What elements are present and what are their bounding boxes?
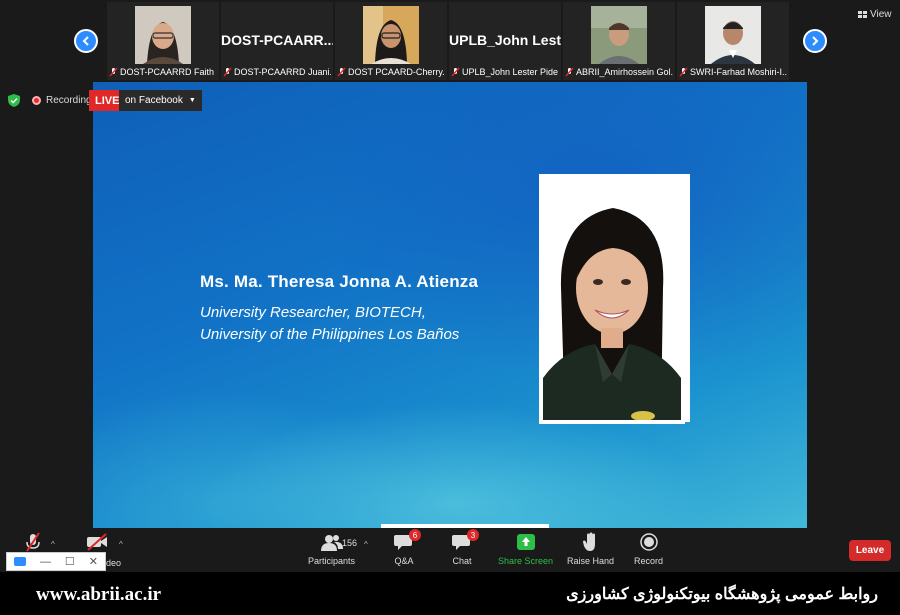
muted-mic-icon: [679, 67, 688, 76]
share-screen-label: Share Screen: [498, 556, 554, 566]
gallery-next-arrow-icon[interactable]: [803, 29, 827, 53]
participant-name-display: DOST-PCAARR...: [221, 32, 333, 48]
footer-website-url: www.abrii.ac.ir: [36, 584, 162, 605]
record-button[interactable]: Record: [634, 532, 663, 566]
muted-mic-icon: [109, 67, 118, 76]
participant-tile[interactable]: ABRII_Amirhossein Gol...: [563, 2, 675, 80]
audio-options-caret-icon[interactable]: ^: [51, 540, 55, 549]
footer-organization-name: روابط عمومی پژوهشگاه بیوتکنولوژی کشاورزی: [566, 586, 878, 603]
raise-hand-button[interactable]: Raise Hand: [567, 532, 614, 566]
speaker-affiliation: University of the Philippines Los Baños: [200, 326, 460, 343]
participant-tile[interactable]: DOST PCAARD-Cherry...: [335, 2, 447, 80]
qa-badge: 6: [409, 529, 421, 541]
close-icon[interactable]: ✕: [89, 555, 98, 568]
maximize-icon[interactable]: ☐: [65, 555, 75, 568]
muted-mic-icon: [22, 532, 44, 552]
qa-label: Q&A: [394, 556, 414, 566]
raise-hand-icon: [580, 532, 602, 552]
muted-mic-icon: [337, 67, 346, 76]
shield-icon[interactable]: [8, 94, 20, 107]
chat-icon: 3: [451, 529, 479, 552]
participant-tile[interactable]: DOST-PCAARRD Faith ...: [107, 2, 219, 80]
participant-video: [591, 6, 647, 64]
speaker-name: Ms. Ma. Theresa Jonna A. Atienza: [200, 272, 479, 291]
chat-label: Chat: [452, 556, 472, 566]
participants-icon: [320, 532, 343, 552]
mute-button[interactable]: [22, 532, 44, 552]
video-options-caret-icon[interactable]: ^: [119, 540, 123, 549]
speaker-role: University Researcher, BIOTECH,: [200, 304, 426, 321]
video-off-icon: [86, 532, 108, 552]
record-label: Record: [634, 556, 664, 566]
participant-tile[interactable]: SWRI-Farhad Moshiri-I...: [677, 2, 789, 80]
share-screen-icon: [515, 532, 537, 552]
participant-video: [135, 6, 191, 64]
qa-icon: 6: [393, 529, 421, 552]
muted-mic-icon: [565, 67, 574, 76]
participants-count: 156: [342, 538, 358, 548]
speaker-photo: [539, 174, 685, 424]
chat-button[interactable]: 3 Chat: [451, 529, 479, 566]
recording-label: Recording: [46, 95, 92, 106]
participant-caption: ABRII_Amirhossein Gol...: [565, 65, 673, 78]
participant-tile[interactable]: DOST-PCAARR... DOST-PCAARRD Juani...: [221, 2, 333, 80]
qa-button[interactable]: 6 Q&A: [393, 529, 421, 566]
participant-caption: SWRI-Farhad Moshiri-I...: [679, 65, 787, 78]
zoom-logo-icon: [13, 557, 26, 566]
view-button[interactable]: View: [858, 9, 892, 20]
record-icon: [638, 532, 660, 552]
grid-view-icon: [858, 10, 867, 18]
participant-caption: DOST PCAARD-Cherry...: [337, 65, 445, 78]
muted-mic-icon: [223, 67, 232, 76]
view-label: View: [870, 9, 892, 20]
minimize-icon[interactable]: —: [40, 556, 51, 568]
participant-video: [363, 6, 419, 64]
live-facebook-dropdown[interactable]: on Facebook ▼: [119, 90, 202, 111]
participants-caret-icon[interactable]: ^: [364, 540, 368, 549]
participants-label: Participants: [308, 556, 356, 566]
minimized-window-controls[interactable]: — ☐ ✕: [6, 552, 106, 571]
start-video-button[interactable]: [86, 532, 108, 552]
share-screen-button[interactable]: Share Screen: [498, 532, 553, 566]
shared-screen: Ms. Ma. Theresa Jonna A. Atienza Univers…: [93, 82, 807, 528]
participant-tile[interactable]: UPLB_John Lest... UPLB_John Lester Pide: [449, 2, 561, 80]
video-button-label: ideo: [104, 558, 122, 568]
live-target-label: on Facebook: [125, 95, 183, 106]
gallery-prev-arrow-icon[interactable]: [74, 29, 98, 53]
participant-name-display: UPLB_John Lest...: [449, 32, 561, 48]
participant-caption: DOST-PCAARRD Faith ...: [109, 65, 217, 78]
participant-caption: DOST-PCAARRD Juani...: [223, 65, 331, 78]
muted-mic-icon: [451, 67, 460, 76]
participant-caption: UPLB_John Lester Pide: [451, 65, 559, 78]
participant-video: [705, 6, 761, 64]
dropdown-caret-icon: ▼: [188, 97, 196, 104]
leave-button[interactable]: Leave: [849, 540, 891, 561]
chat-badge: 3: [467, 529, 479, 541]
meeting-toolbar: [0, 528, 900, 572]
raise-hand-label: Raise Hand: [567, 556, 615, 566]
participant-gallery: DOST-PCAARRD Faith ... DOST-PCAARR... DO…: [0, 0, 900, 82]
recording-dot-icon: [32, 96, 41, 105]
